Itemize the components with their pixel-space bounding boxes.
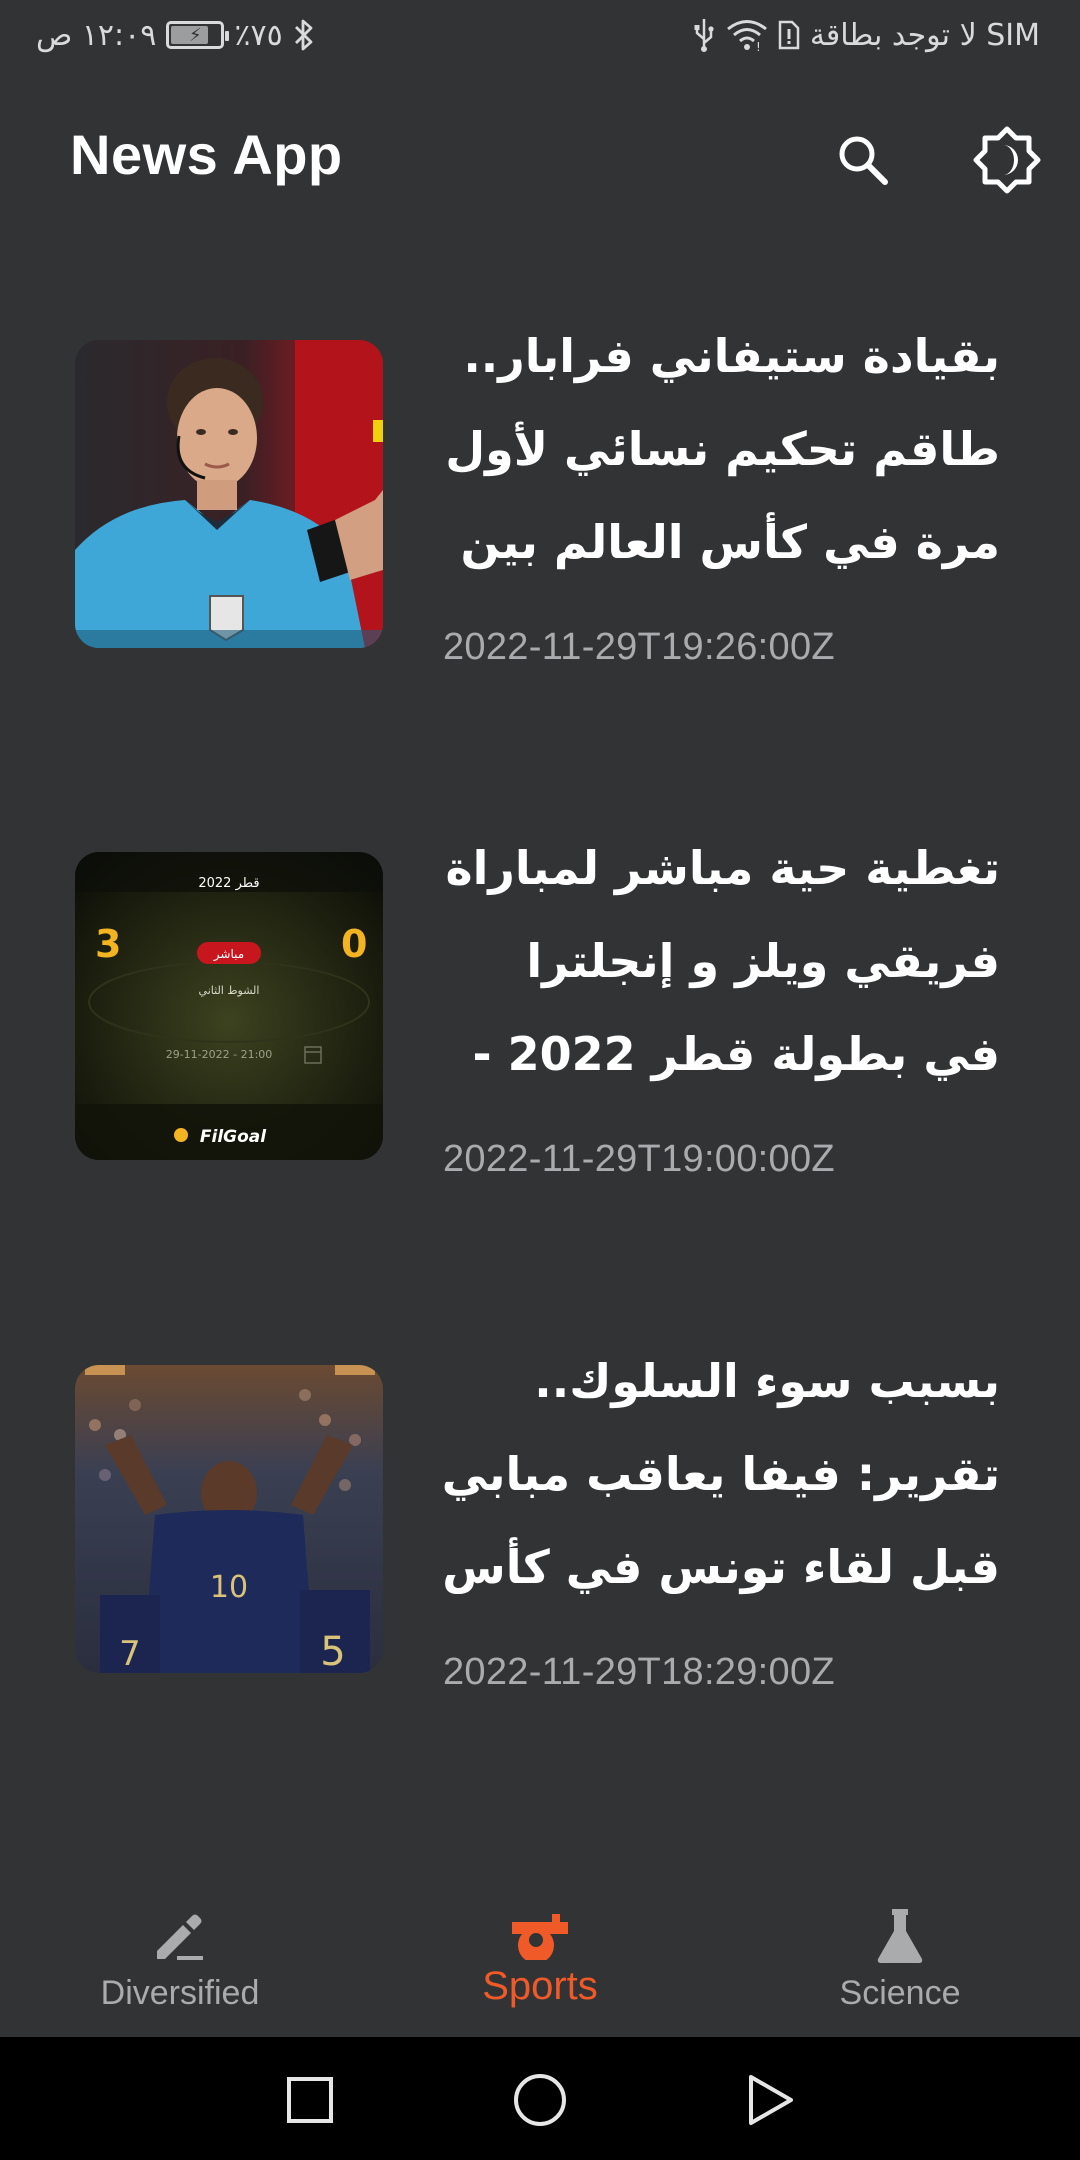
- carrier-text: لا توجد بطاقة SIM: [809, 17, 1040, 53]
- article-timestamp: 2022-11-29T19:26:00Z: [443, 626, 835, 668]
- article-timestamp: 2022-11-29T19:00:00Z: [443, 1138, 835, 1180]
- status-bar: ١٢:٠٩ ص ⚡ ٪٧٥ ! لا توجد بطاقة SIM: [0, 0, 1080, 70]
- home-button[interactable]: [505, 2065, 575, 2135]
- article-timestamp: 2022-11-29T18:29:00Z: [443, 1651, 835, 1693]
- pencil-icon: [151, 1906, 209, 1966]
- search-button[interactable]: [818, 115, 908, 205]
- match-period: الشوط الثاني: [199, 984, 260, 997]
- away-score: 0: [341, 922, 367, 966]
- article-title: بقيادة ستيفاني فرابار.. طاقم تحكيم نسائي…: [445, 329, 1000, 569]
- whistle-icon: [508, 1904, 572, 1964]
- back-button[interactable]: [735, 2065, 805, 2135]
- battery-icon: ⚡: [166, 21, 230, 49]
- triangle-icon: [749, 2075, 793, 2125]
- home-score: 3: [95, 922, 121, 966]
- match-header: قطر 2022: [198, 876, 259, 891]
- square-icon: [287, 2077, 333, 2123]
- nav-label: Sports: [482, 1964, 598, 2008]
- svg-text:5: 5: [320, 1629, 345, 1673]
- status-time: ١٢:٠٩ ص: [36, 17, 157, 53]
- article-title: بسبب سوء السلوك.. تقرير: فيفا يعاقب مباب…: [441, 1354, 1000, 1594]
- flask-icon: [874, 1906, 926, 1966]
- article-card[interactable]: 10 7 5 بسبب سوء السلوك.. تقرير: فيفا يعا…: [0, 1275, 1080, 1693]
- article-title: تغطية حية مباشر لمباراة فريقي ويلز و إنج…: [445, 841, 1000, 1081]
- nav-label: Science: [839, 1974, 961, 2012]
- svg-text:!: !: [756, 40, 761, 52]
- usb-icon: [692, 17, 716, 53]
- search-icon: [839, 136, 888, 185]
- app-title: News App: [70, 123, 343, 186]
- nav-label: Diversified: [100, 1974, 260, 2012]
- wifi-icon: !: [726, 18, 768, 52]
- recents-button[interactable]: [275, 2065, 345, 2135]
- nav-item-science[interactable]: Science: [720, 1860, 1080, 2037]
- svg-text:7: 7: [119, 1634, 141, 1673]
- theme-toggle-button[interactable]: [962, 115, 1052, 205]
- svg-text:10: 10: [210, 1570, 248, 1605]
- sim-card-icon: [778, 20, 800, 50]
- article-card[interactable]: بقيادة ستيفاني فرابار.. طاقم تحكيم نسائي…: [0, 250, 1080, 668]
- match-date: 29-11-2022 - 21:00: [166, 1048, 273, 1061]
- bottom-navigation: Diversified Sports Science: [0, 1860, 1080, 2037]
- app-bar: News App: [0, 70, 1080, 250]
- article-thumbnail: قطر 2022 3 0 مباشر الشوط الثاني 29-11-20…: [75, 852, 383, 1160]
- brand-logo: FilGoal: [200, 1127, 267, 1147]
- article-thumbnail: [75, 340, 383, 648]
- circle-icon: [514, 2074, 566, 2126]
- status-left: ١٢:٠٩ ص ⚡ ٪٧٥: [36, 14, 315, 56]
- bluetooth-icon: [293, 18, 315, 52]
- article-card[interactable]: قطر 2022 3 0 مباشر الشوط الثاني 29-11-20…: [0, 762, 1080, 1180]
- nav-item-sports[interactable]: Sports: [360, 1860, 720, 2037]
- live-badge: مباشر: [213, 947, 244, 962]
- status-right: ! لا توجد بطاقة SIM: [692, 14, 1040, 56]
- battery-percent: ٪٧٥: [234, 17, 283, 53]
- nav-item-diversified[interactable]: Diversified: [0, 1860, 360, 2037]
- system-navigation-bar: [0, 2037, 1080, 2160]
- brightness-icon: [973, 126, 1041, 194]
- article-thumbnail: 10 7 5: [75, 1365, 383, 1673]
